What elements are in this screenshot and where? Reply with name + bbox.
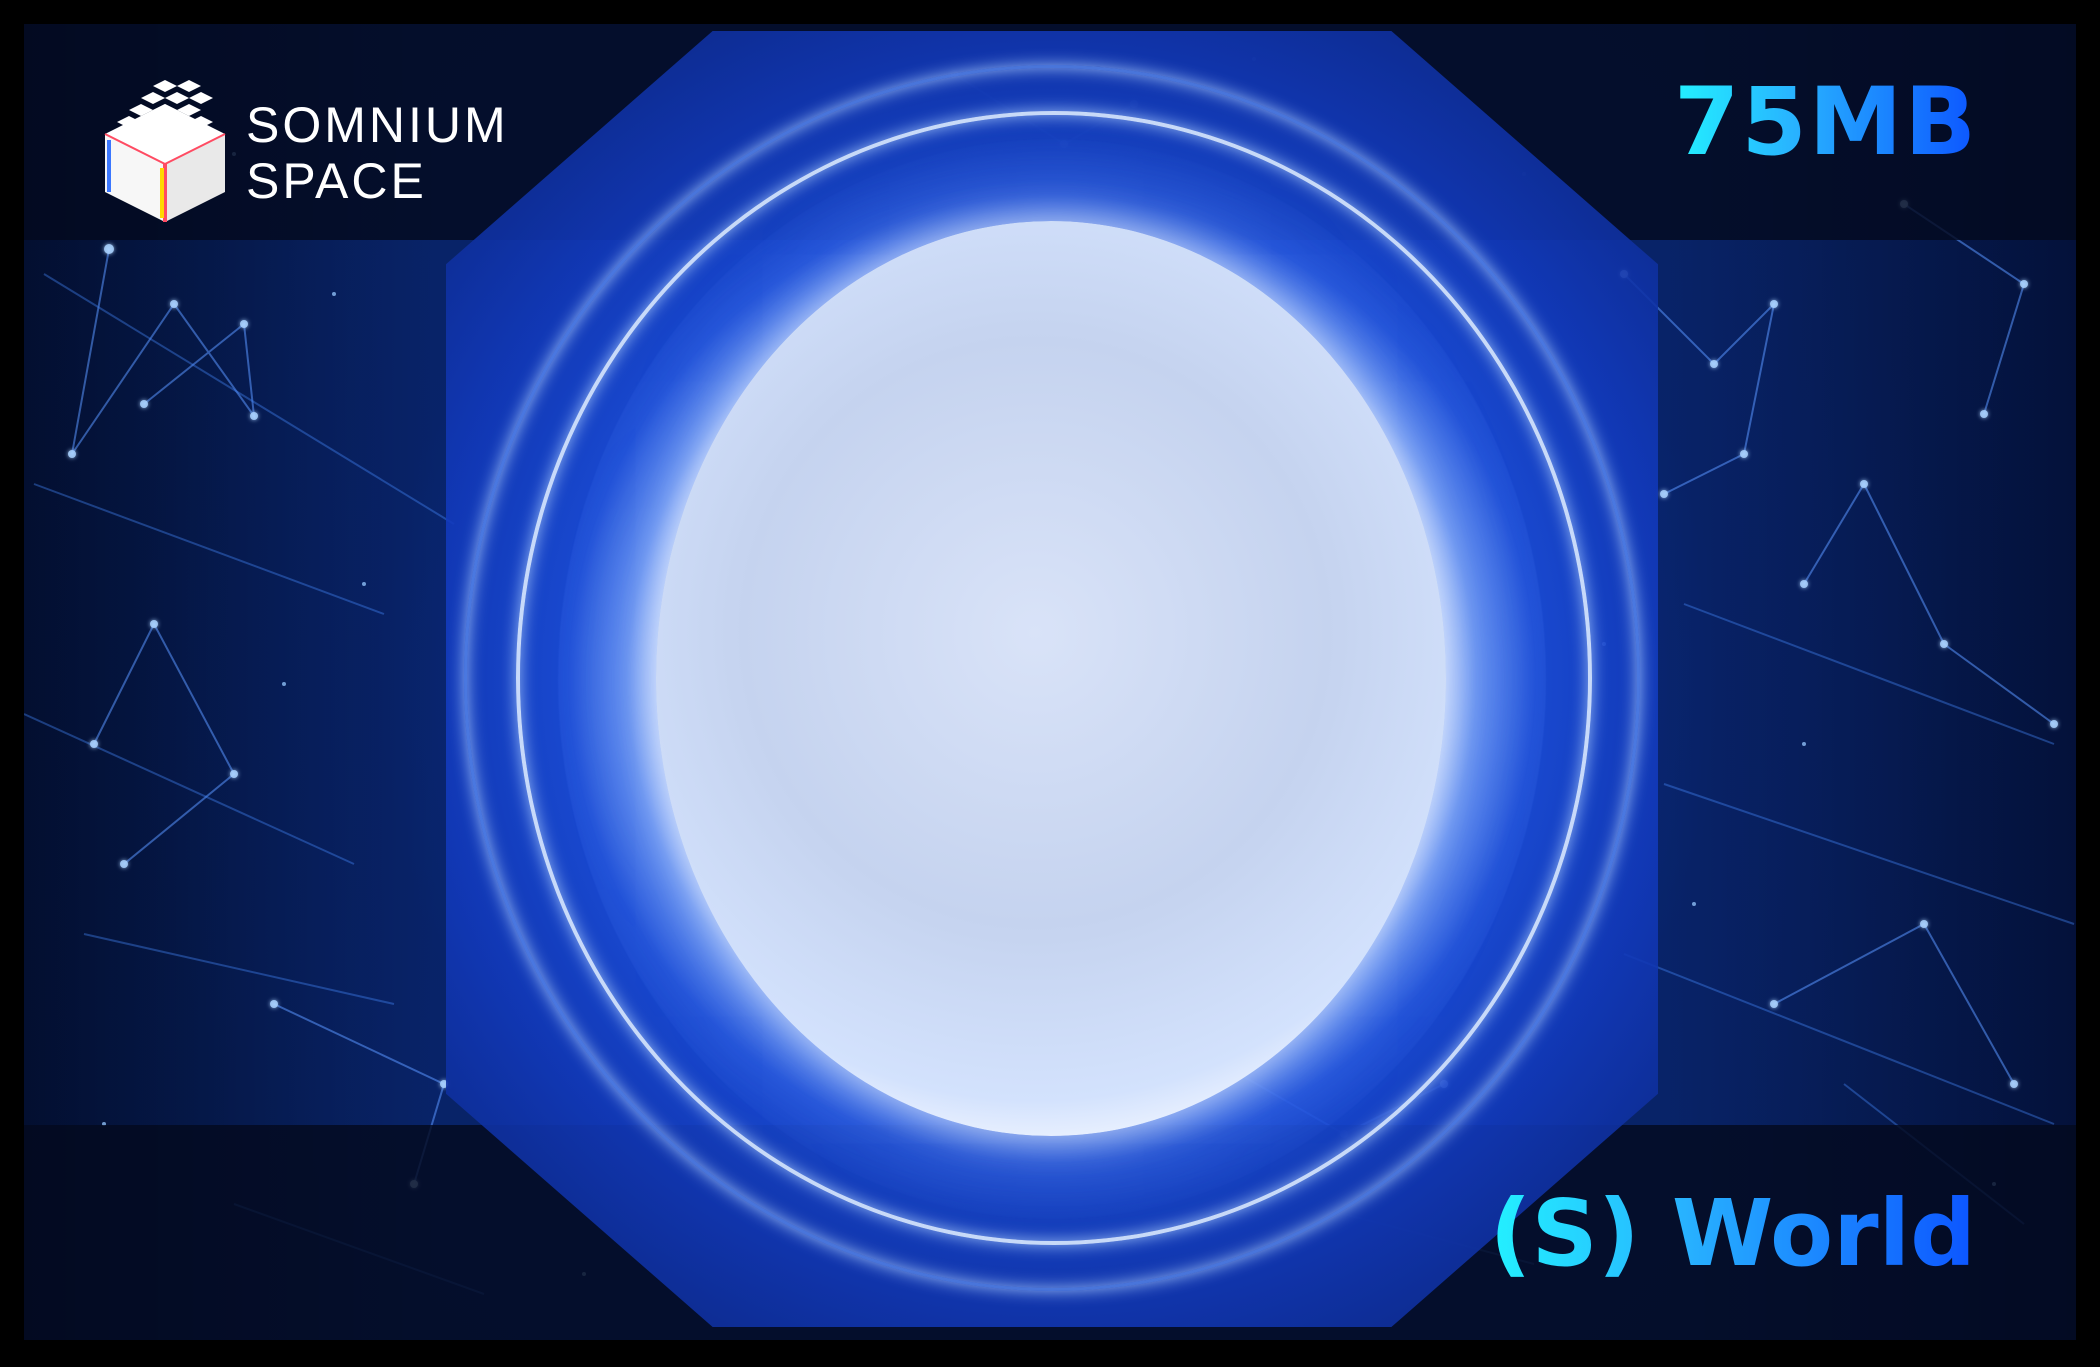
somnium-space-logo: SOMNIUM SPACE (98, 74, 558, 234)
file-size-label: 75MB (1674, 68, 1978, 177)
brand-name: SOMNIUM SPACE (246, 100, 509, 212)
world-type-label: (S) World (1489, 1180, 1976, 1287)
world-card: SOMNIUM SPACE 75MB (S) World (0, 0, 2100, 1367)
space-panel: SOMNIUM SPACE 75MB (S) World (24, 24, 2076, 1340)
voxel-cube-icon (104, 80, 226, 222)
brand-name-line-2: SPACE (246, 153, 427, 209)
brand-name-line-1: SOMNIUM (246, 97, 509, 153)
